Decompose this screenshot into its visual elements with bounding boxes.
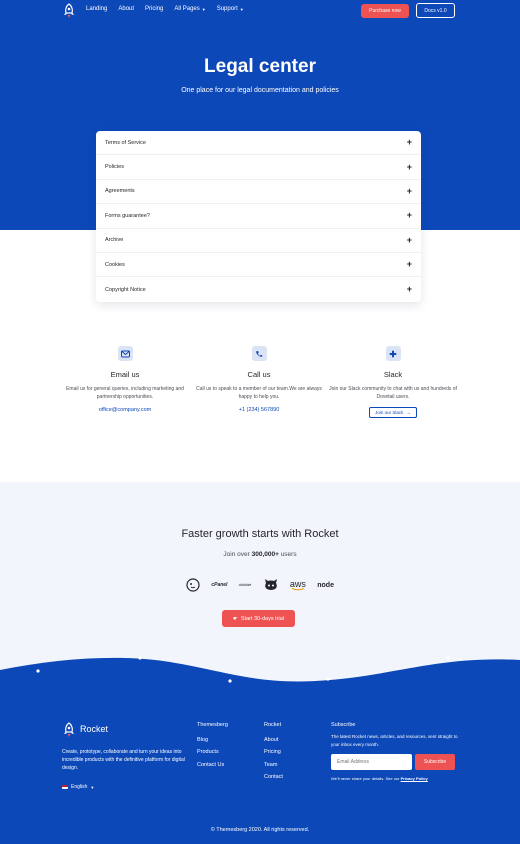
footer-brand: Rocket <box>80 724 109 734</box>
plus-icon: + <box>406 185 412 196</box>
privacy-policy-link[interactable]: Privacy Policy <box>401 776 428 781</box>
footer-column-rocket: Rocket About Pricing Team Contact <box>264 722 283 784</box>
plus-icon: + <box>406 284 412 295</box>
aws-logo: aws <box>289 578 306 590</box>
footer-link-contact-us[interactable]: Contact Us <box>197 759 228 771</box>
footer-link-blog[interactable]: Blog <box>197 734 228 746</box>
page-title: Legal center <box>204 56 316 77</box>
nav-link-pricing[interactable]: Pricing <box>145 6 163 12</box>
contact-slack: Slack Join our Slack community to chat w… <box>323 346 463 418</box>
growth-subtitle: Join over 300,000+ users <box>223 551 297 558</box>
arrow-right-icon: → <box>406 410 411 415</box>
accordion-label: Copyright Notice <box>105 286 146 293</box>
nav-link-support[interactable]: Support ▼ <box>217 6 244 12</box>
chevron-down-icon: ▼ <box>90 784 95 790</box>
accordion-item-forms[interactable]: Forms guarantee? + <box>96 204 421 229</box>
footer-link-products[interactable]: Products <box>197 746 228 758</box>
accordion-label: Terms of Service <box>105 139 146 146</box>
chevron-down-icon: ▼ <box>201 6 206 12</box>
footer-description: Create, prototype, collaborate and turn … <box>62 749 185 771</box>
dribbble-logo: dribbble <box>238 583 252 587</box>
contact-email: Email us Email us for general queries, i… <box>55 346 195 413</box>
subscribe-text: The latest Rocket news, articles, and re… <box>331 734 458 747</box>
envelope-icon <box>117 346 133 361</box>
contact-call: Call us Call us to speak to a member of … <box>189 346 329 413</box>
nav-link-landing[interactable]: Landing <box>86 6 107 12</box>
language-selector[interactable]: English ▼ <box>62 784 94 790</box>
start-trial-label: Start 30-days trial <box>240 615 285 622</box>
copyright-text: © Themesberg 2020. All rights reserved. <box>210 827 310 833</box>
phone-link[interactable]: +1 (234) 567890 <box>189 407 329 413</box>
rocket-logo-icon[interactable] <box>62 3 76 19</box>
footer-link-team[interactable]: Team <box>264 759 283 771</box>
accordion-item-terms[interactable]: Terms of Service + <box>96 131 421 156</box>
brand-logos: cPanel dribbble aws node <box>186 576 334 594</box>
accordion-item-copyright[interactable]: Copyright Notice + <box>96 277 421 301</box>
plus-icon: + <box>406 161 412 172</box>
accordion-label: Archive <box>105 237 124 244</box>
contact-text: Join our Slack community to chat with us… <box>329 386 457 400</box>
page-subtitle: One place for our legal documentation an… <box>181 87 339 94</box>
language-label: English <box>71 784 88 790</box>
contact-text: Call us to speak to a member of our team… <box>196 386 322 400</box>
accordion-item-agreements[interactable]: Agreements + <box>96 180 421 205</box>
us-flag-icon <box>62 785 68 789</box>
nav-link-all-pages[interactable]: All Pages ▼ <box>174 6 205 12</box>
slack-icon <box>385 346 401 361</box>
plus-icon: + <box>406 259 412 270</box>
nodejs-logo: node <box>317 581 334 589</box>
footer-link-pricing[interactable]: Pricing <box>264 746 283 758</box>
top-navbar: Landing About Pricing All Pages ▼ Support… <box>0 0 520 24</box>
contact-text: Email us for general queries, including … <box>66 386 184 400</box>
github-icon <box>263 578 279 592</box>
join-slack-button[interactable]: Join our Slack → <box>369 407 417 418</box>
accordion-label: Agreements <box>105 188 135 195</box>
hand-pointer-icon: ☛ <box>232 615 238 622</box>
footer-link-contact[interactable]: Contact <box>264 771 283 783</box>
contact-title: Email us <box>110 370 140 379</box>
contact-title: Call us <box>247 370 271 379</box>
plus-icon: + <box>406 234 412 245</box>
growth-title: Faster growth starts with Rocket <box>181 528 339 540</box>
plus-icon: + <box>406 137 412 148</box>
footer-column-title: Rocket <box>264 722 282 728</box>
cpanel-logo: cPanel <box>211 582 228 588</box>
join-slack-label: Join our Slack <box>375 410 404 415</box>
subscribe-button[interactable]: Subscribe <box>415 754 455 770</box>
nav-link-about[interactable]: About <box>118 6 134 12</box>
accordion-item-cookies[interactable]: Cookies + <box>96 253 421 278</box>
mailchimp-icon <box>186 578 200 592</box>
accordion-item-archive[interactable]: Archive + <box>96 229 421 253</box>
plus-icon: + <box>406 210 412 221</box>
email-link[interactable]: office@company.com <box>55 407 195 413</box>
footer-column-themesberg: Themesberg Blog Products Contact Us <box>197 722 228 771</box>
email-field[interactable] <box>331 754 412 770</box>
footer-column-title: Themesberg <box>197 722 228 728</box>
accordion-label: Cookies <box>105 261 125 268</box>
accordion-label: Policies <box>105 164 124 171</box>
accordion-label: Forms guarantee? <box>105 212 150 219</box>
legal-accordion: Terms of Service + Policies + Agreements + … <box>96 131 421 302</box>
start-trial-button[interactable]: ☛ Start 30-days trial <box>222 610 295 627</box>
accordion-item-policies[interactable]: Policies + <box>96 155 421 180</box>
site-footer <box>0 700 520 844</box>
subscribe-title: Subscribe <box>331 722 356 728</box>
chevron-down-icon: ▼ <box>239 6 244 12</box>
privacy-note: We'll never share your details. See our … <box>331 776 428 781</box>
phone-icon <box>251 346 267 361</box>
purchase-now-button[interactable]: Purchase now <box>361 4 409 18</box>
docs-button[interactable]: Docs v1.0 <box>416 3 455 18</box>
footer-link-about[interactable]: About <box>264 734 283 746</box>
nav-links: Landing About Pricing All Pages ▼ Support… <box>86 6 244 12</box>
contact-title: Slack <box>383 370 403 379</box>
rocket-logo-icon[interactable] <box>62 722 76 738</box>
